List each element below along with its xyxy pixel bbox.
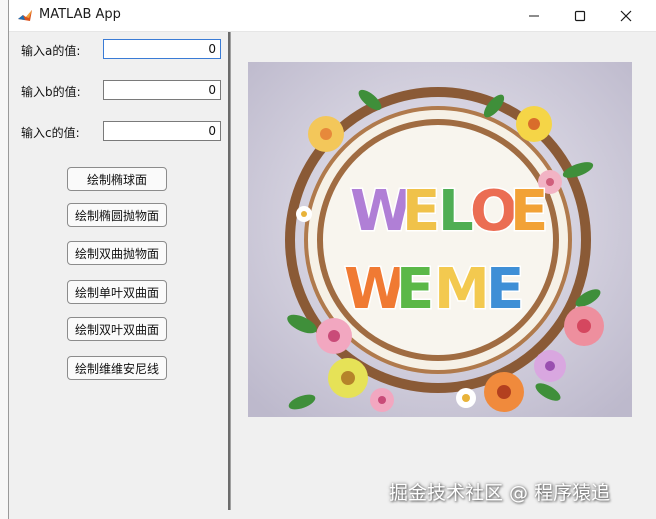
- app-window: MATLAB App 输入a的值: 输入b的值: 输入c的值: 绘制椭球面 绘制…: [8, 0, 656, 519]
- watermark-text: 掘金技术社区 @ 程序猿追: [389, 482, 611, 504]
- matlab-icon: [17, 8, 33, 24]
- input-c-label: 输入c的值:: [21, 126, 80, 140]
- plot-viviani-curve-button[interactable]: 绘制维维安尼线: [67, 356, 167, 380]
- input-c-field[interactable]: [103, 121, 221, 141]
- title-bar[interactable]: MATLAB App: [9, 0, 656, 32]
- plot-ellipsoid-button[interactable]: 绘制椭球面: [67, 167, 167, 191]
- svg-text:L: L: [438, 179, 474, 244]
- svg-text:E: E: [396, 257, 434, 322]
- svg-text:E: E: [402, 179, 440, 244]
- plot-hyperbolic-paraboloid-button[interactable]: 绘制双曲抛物面: [67, 241, 167, 265]
- control-panel: 输入a的值: 输入b的值: 输入c的值: 绘制椭球面 绘制椭圆抛物面 绘制双曲抛…: [9, 32, 229, 510]
- input-b-field[interactable]: [103, 80, 221, 100]
- plot-one-sheet-hyperboloid-button[interactable]: 绘制单叶双曲面: [67, 280, 167, 304]
- input-a-label: 输入a的值:: [21, 44, 81, 58]
- svg-text:E: E: [486, 257, 524, 322]
- minimize-icon: [529, 15, 539, 16]
- close-button[interactable]: [603, 0, 649, 31]
- close-icon: [620, 10, 632, 21]
- maximize-icon: [574, 10, 586, 21]
- plot-two-sheet-hyperboloid-button[interactable]: 绘制双叶双曲面: [67, 317, 167, 341]
- maximize-button[interactable]: [557, 0, 603, 31]
- input-b-label: 输入b的值:: [21, 85, 81, 99]
- illustration-image: W E L O E W E M E: [248, 62, 632, 417]
- svg-text:M: M: [434, 257, 490, 322]
- plot-elliptic-paraboloid-button[interactable]: 绘制椭圆抛物面: [67, 203, 167, 227]
- window-title: MATLAB App: [39, 7, 121, 22]
- input-a-field[interactable]: [103, 39, 221, 59]
- minimize-button[interactable]: [511, 0, 557, 31]
- image-panel: W E L O E W E M E: [230, 32, 649, 510]
- svg-text:E: E: [510, 179, 548, 244]
